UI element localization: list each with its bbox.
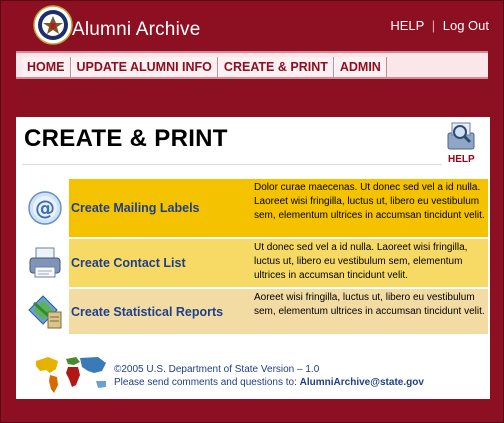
option-row: Create Statistical Reports Aoreet wisi f… <box>20 289 488 334</box>
option-row: @ Create Mailing Labels Dolor curae maec… <box>20 179 488 237</box>
nav-home[interactable]: HOME <box>22 57 71 77</box>
create-contact-list-link[interactable]: Create Contact List <box>69 239 251 287</box>
nav-admin[interactable]: ADMIN <box>333 57 387 77</box>
option-description: Aoreet wisi fringilla, luctus ut, libero… <box>251 289 488 334</box>
footer: ©2005 U.S. Department of State Version –… <box>30 353 490 397</box>
app-title: Alumni Archive <box>72 19 201 40</box>
create-statistical-reports-link[interactable]: Create Statistical Reports <box>69 289 251 334</box>
world-map-icon <box>36 357 106 393</box>
option-row: Create Contact List Ut donec sed vel a i… <box>20 239 488 287</box>
department-seal-icon <box>33 5 73 45</box>
comments-text: Please send comments and questions to: <box>114 377 297 388</box>
row-icon-cell <box>20 239 69 287</box>
app-window: Alumni Archive HELP | Log Out HOME UPDAT… <box>0 0 504 423</box>
footer-text: ©2005 U.S. Department of State Version –… <box>114 363 424 389</box>
create-mailing-labels-link[interactable]: Create Mailing Labels <box>69 179 251 237</box>
at-sign-icon[interactable]: @ <box>27 190 63 226</box>
option-description: Dolor curae maecenas. Ut donec sed vel a… <box>251 179 488 237</box>
copyright-text: ©2005 U.S. Department of State Version –… <box>114 364 320 375</box>
contact-email-link[interactable]: AlumniArchive@state.gov <box>300 377 424 388</box>
option-description: Ut donec sed vel a id nulla. Laoreet wis… <box>251 239 488 287</box>
row-icon-cell: @ <box>20 179 69 237</box>
svg-text:@: @ <box>35 196 55 220</box>
help-link[interactable]: HELP <box>390 18 424 33</box>
statistics-report-icon[interactable] <box>26 294 64 330</box>
page-title: CREATE & PRINT <box>24 125 228 152</box>
printer-icon[interactable] <box>27 245 63 281</box>
help-button[interactable]: HELP <box>444 119 482 165</box>
logout-link[interactable]: Log Out <box>443 18 489 33</box>
nav-create-print[interactable]: CREATE & PRINT <box>217 57 334 77</box>
comments-line: Please send comments and questions to: A… <box>114 376 424 389</box>
options-list: @ Create Mailing Labels Dolor curae maec… <box>20 179 488 336</box>
main-nav: HOME UPDATE ALUMNI INFO CREATE & PRINT A… <box>16 51 488 79</box>
nav-update-alumni-info[interactable]: UPDATE ALUMNI INFO <box>70 57 218 77</box>
title-divider <box>22 164 442 165</box>
link-separator: | <box>431 18 436 33</box>
row-icon-cell <box>20 289 69 334</box>
content-panel: CREATE & PRINT HELP @ Create Mailing Lab… <box>16 117 490 399</box>
help-magnifier-icon <box>447 122 475 150</box>
main-nav-items: HOME UPDATE ALUMNI INFO CREATE & PRINT A… <box>22 57 387 77</box>
help-icon-label: HELP <box>448 154 475 165</box>
top-links: HELP | Log Out <box>390 18 489 33</box>
